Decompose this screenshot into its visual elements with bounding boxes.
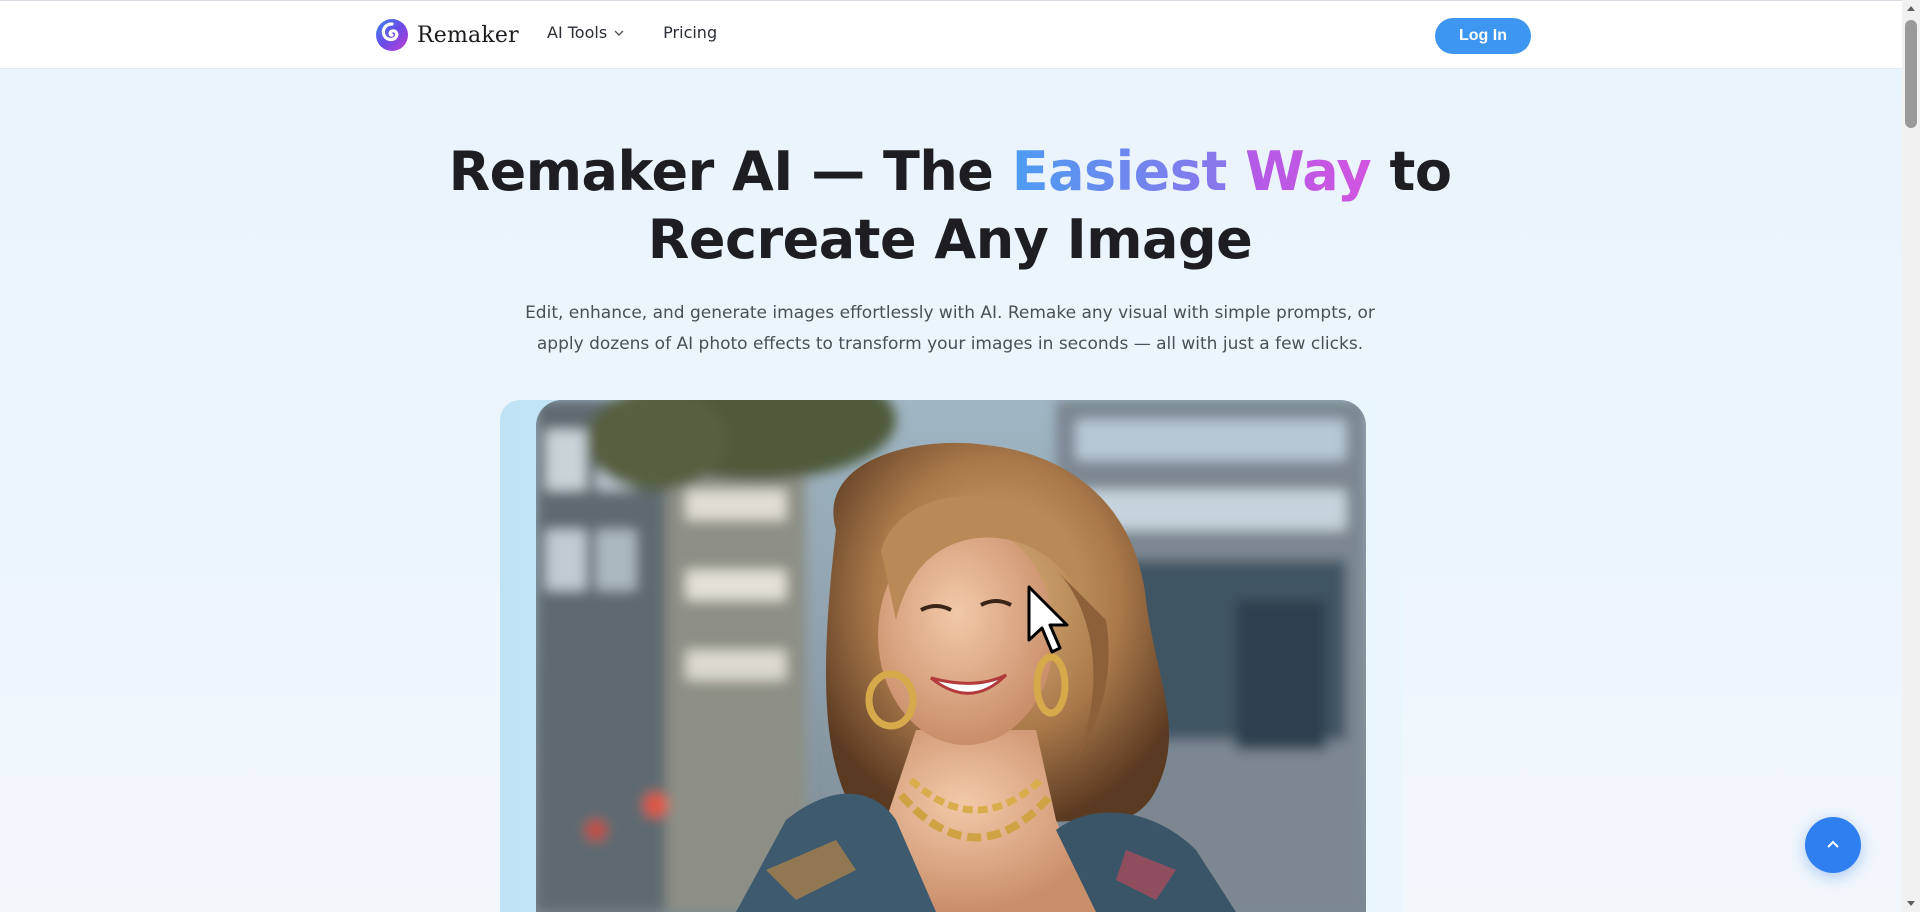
hero-subtitle: Edit, enhance, and generate images effor… (525, 303, 1375, 354)
main-nav: AI Tools Pricing (547, 23, 717, 42)
top-navigation-bar: Remaker AI Tools Pricing Log In (0, 0, 1902, 69)
portrait-photo-icon (536, 400, 1366, 912)
scrollbar-thumb[interactable] (1905, 20, 1917, 128)
showcase-card (500, 400, 1402, 912)
brand-logo-link[interactable]: Remaker (375, 17, 519, 53)
hero-title-highlight-easiest: Easiest (1011, 140, 1228, 203)
nav-ai-tools-dropdown[interactable]: AI Tools (547, 23, 625, 42)
scrollbar-down-arrow-icon[interactable] (1902, 896, 1920, 912)
scrollbar-up-arrow-icon[interactable] (1902, 0, 1920, 16)
hero-title-part2: to (1371, 140, 1452, 203)
chevron-up-icon (1827, 840, 1839, 848)
hero-title-line2: Recreate Any Image (647, 208, 1253, 271)
nav-pricing-label: Pricing (663, 23, 718, 42)
showcase-photo (536, 400, 1366, 912)
hero-title-part1: Remaker AI — The (448, 140, 1012, 203)
nav-ai-tools-label: AI Tools (547, 23, 608, 42)
scroll-to-top-button[interactable] (1805, 817, 1861, 873)
remaker-logo-icon (376, 19, 408, 51)
nav-pricing-link[interactable]: Pricing (663, 23, 717, 42)
brand-name: Remaker (417, 22, 519, 48)
login-button[interactable]: Log In (1435, 18, 1531, 54)
hero-title-highlight-way: Way (1245, 140, 1372, 203)
page-scrollbar[interactable] (1902, 0, 1920, 912)
hero-title: Remaker AI — The Easiest Way to Recreate… (440, 138, 1460, 274)
chevron-down-icon (614, 30, 624, 36)
